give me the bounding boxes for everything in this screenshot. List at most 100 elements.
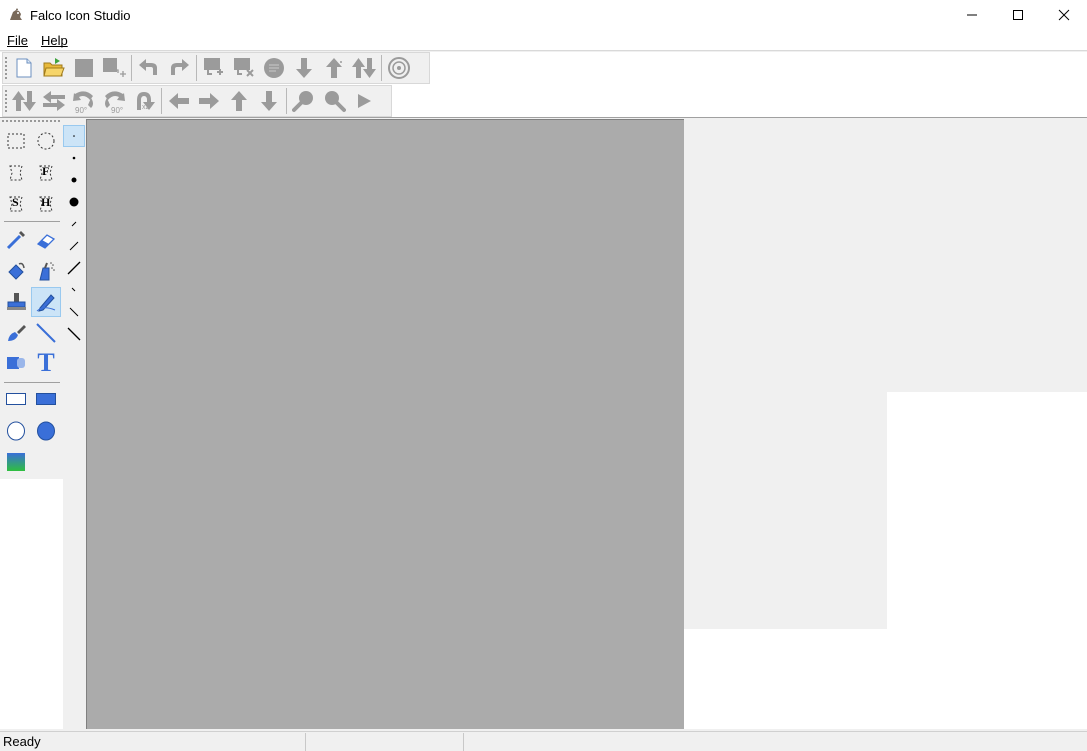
shift-up-button[interactable] [224, 86, 254, 116]
rotate-180-button[interactable]: x2 [129, 86, 159, 116]
toolbar-separator [161, 88, 162, 114]
save-as-button[interactable] [99, 53, 129, 83]
title-bar: Falco Icon Studio [0, 0, 1087, 30]
tool-separator [4, 382, 60, 383]
pen-slash-large[interactable] [63, 257, 85, 279]
minimize-button[interactable] [949, 0, 995, 30]
move-up-button[interactable] [319, 53, 349, 83]
save-icon [75, 59, 93, 77]
status-text: Ready [0, 732, 306, 751]
play-icon [358, 94, 371, 108]
preview-area-top [684, 119, 1087, 392]
save-as-icon [103, 58, 126, 77]
pen-backslash-small[interactable] [63, 279, 85, 301]
airbrush-tool[interactable] [31, 256, 61, 286]
pen-size-4[interactable] [63, 191, 85, 213]
tool-panel-grip [2, 120, 60, 122]
magic-select-f-label: F [42, 164, 50, 178]
blur-tool[interactable] [1, 348, 31, 378]
swap-vertical-icon [352, 58, 376, 78]
pen-size-3[interactable] [63, 169, 85, 191]
magic-select-f-tool[interactable]: F [31, 158, 61, 188]
zoom-out-button[interactable] [319, 86, 349, 116]
rectangle-outline-tool[interactable] [1, 384, 31, 414]
new-file-button[interactable] [9, 53, 39, 83]
maximize-button[interactable] [995, 0, 1041, 30]
maximize-icon [1013, 10, 1023, 20]
status-bar: Ready [0, 731, 1087, 751]
fill-bucket-tool[interactable] [1, 256, 31, 286]
eyedropper-icon [6, 231, 25, 250]
shift-left-button[interactable] [164, 86, 194, 116]
redo-button[interactable] [164, 53, 194, 83]
slash-medium-icon [69, 241, 79, 251]
stamp-tool[interactable] [1, 287, 31, 317]
svg-text:90°: 90° [111, 106, 123, 114]
shift-down-button[interactable] [254, 86, 284, 116]
flip-vertical-button[interactable] [9, 86, 39, 116]
image-format-button[interactable] [259, 53, 289, 83]
delete-image-button[interactable] [229, 53, 259, 83]
rotate-ccw-90-icon: 90° [73, 91, 93, 114]
zoom-in-button[interactable] [289, 86, 319, 116]
eraser-tool[interactable] [31, 225, 61, 255]
play-button[interactable] [349, 86, 379, 116]
eyedropper-tool[interactable] [1, 225, 31, 255]
ellipse-filled-tool[interactable] [31, 416, 61, 446]
save-button[interactable] [69, 53, 99, 83]
menu-help[interactable]: Help [34, 33, 74, 48]
flip-horizontal-button[interactable] [39, 86, 69, 116]
line-tool[interactable] [31, 318, 61, 348]
add-image-button[interactable] [199, 53, 229, 83]
menu-file[interactable]: File [0, 33, 34, 48]
magic-select-s-tool[interactable]: S [1, 189, 31, 219]
shift-right-button[interactable] [194, 86, 224, 116]
pen-size-2[interactable] [63, 147, 85, 169]
rectangle-filled-tool[interactable] [31, 384, 61, 414]
toolbar-grip[interactable] [5, 90, 7, 112]
rectangle-filled-icon [36, 393, 56, 405]
toolbar-grip[interactable] [5, 57, 7, 79]
zoom-in-icon [292, 91, 313, 112]
lasso-select-icon [9, 165, 23, 181]
move-down-button[interactable] [289, 53, 319, 83]
toolbar-separator [381, 55, 382, 81]
toolbar-separator [286, 88, 287, 114]
rotate-ccw-90-button[interactable]: 90° [69, 86, 99, 116]
pencil-tool[interactable] [31, 287, 61, 317]
ellipse-outline-tool[interactable] [1, 416, 31, 446]
pen-size-1[interactable] [63, 125, 85, 147]
rectangle-outline-icon [6, 393, 26, 405]
add-image-icon [204, 58, 223, 75]
pen-slash-medium[interactable] [63, 235, 85, 257]
undo-button[interactable] [134, 53, 164, 83]
minimize-icon [967, 14, 977, 16]
svg-text:x2: x2 [142, 104, 150, 111]
drawing-canvas[interactable] [86, 119, 684, 729]
open-folder-button[interactable] [39, 53, 69, 83]
text-tool-glyph: T [37, 348, 55, 377]
arrow-down-icon [261, 91, 277, 111]
pen-backslash-medium[interactable] [63, 301, 85, 323]
lasso-select-tool[interactable] [1, 158, 31, 188]
rect-select-tool[interactable] [1, 126, 31, 156]
rotate-cw-90-button[interactable]: 90° [99, 86, 129, 116]
gradient-tool[interactable] [1, 447, 31, 477]
magic-select-h-label: H [41, 195, 51, 209]
arrow-left-icon [169, 93, 189, 109]
pen-backslash-large[interactable] [63, 323, 85, 345]
close-button[interactable] [1041, 0, 1087, 30]
arrow-right-icon [199, 93, 219, 109]
ellipse-select-tool[interactable] [31, 126, 61, 156]
zoom-out-icon [325, 91, 346, 112]
flip-horizontal-icon [43, 91, 65, 111]
brush-tool[interactable] [1, 318, 31, 348]
pen-slash-small[interactable] [63, 213, 85, 235]
magic-select-h-tool[interactable]: H [31, 189, 61, 219]
swap-button[interactable] [349, 53, 379, 83]
target-button[interactable] [384, 53, 414, 83]
menu-help-label: Help [40, 32, 68, 48]
main-toolbar [2, 52, 430, 84]
stamp-icon [7, 293, 26, 310]
text-tool[interactable]: T [31, 348, 61, 378]
